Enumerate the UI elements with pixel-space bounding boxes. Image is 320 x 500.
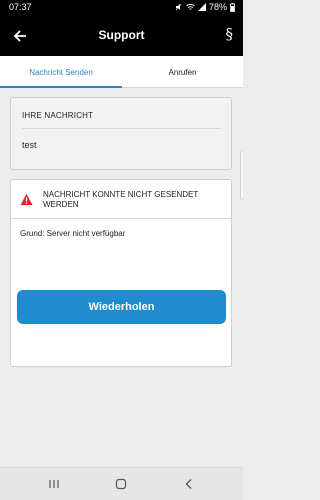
recents-button[interactable]	[44, 475, 64, 493]
message-card: IHRE NACHRICHT test	[10, 97, 232, 170]
signal-icon	[197, 3, 206, 11]
recents-icon	[49, 480, 59, 488]
wifi-icon	[186, 4, 195, 10]
tab-anrufen[interactable]: Anrufen	[122, 56, 243, 88]
tab-bar: Nachricht Senden Anrufen	[0, 56, 243, 88]
battery-percent: 78%	[208, 2, 227, 12]
nav-back-icon	[185, 479, 192, 489]
system-nav-bar	[0, 467, 243, 500]
top-bar: 07:37 78% Support §	[0, 0, 243, 56]
divider	[22, 128, 221, 129]
edge-panel-handle[interactable]	[240, 150, 243, 200]
divider	[11, 218, 231, 219]
error-reason: Grund: Server nicht verfügbar	[20, 229, 126, 238]
status-icons: 78%	[175, 2, 235, 12]
warning-icon	[20, 193, 33, 206]
page-title: Support	[98, 28, 145, 42]
app-bar: Support §	[0, 20, 243, 52]
error-title: NACHRICHT KONNTE NICHT GESENDET WERDEN	[43, 190, 199, 209]
status-time: 07:37	[9, 2, 32, 12]
retry-button[interactable]: Wiederholen	[17, 290, 226, 324]
status-bar: 07:37 78%	[0, 0, 243, 16]
home-button[interactable]	[111, 475, 131, 493]
nav-back-button[interactable]	[179, 475, 199, 493]
tab-nachricht-senden[interactable]: Nachricht Senden	[0, 56, 122, 88]
mute-icon	[175, 3, 182, 11]
battery-icon	[230, 2, 235, 12]
message-text: test	[22, 140, 37, 150]
error-card: NACHRICHT KONNTE NICHT GESENDET WERDEN G…	[10, 179, 232, 367]
home-icon	[115, 478, 127, 490]
legal-button[interactable]: §	[226, 25, 234, 43]
active-tab-indicator	[0, 86, 122, 88]
message-label: IHRE NACHRICHT	[22, 111, 94, 120]
